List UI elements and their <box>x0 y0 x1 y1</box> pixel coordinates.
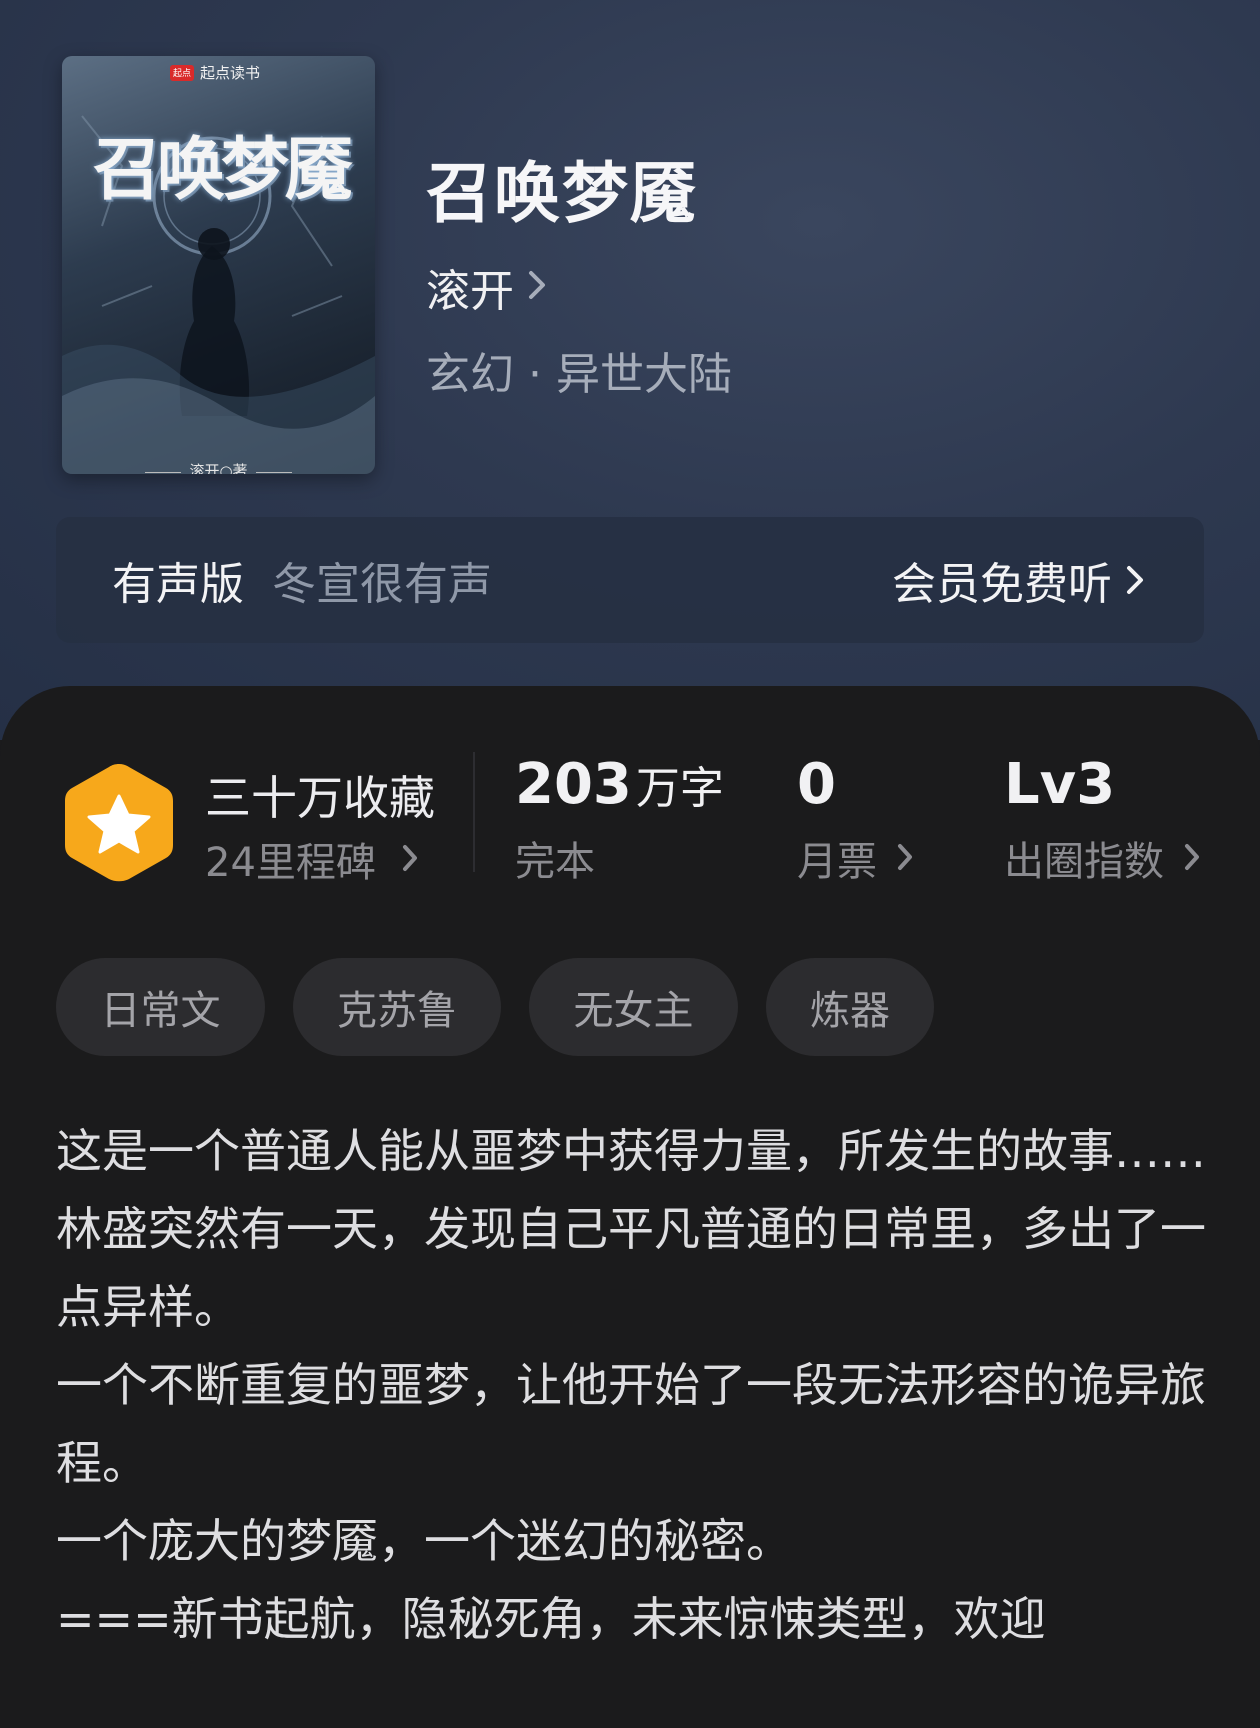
word-count-value: 203万字 <box>515 752 724 817</box>
monthly-ticket-link[interactable]: 月票 <box>797 829 913 887</box>
word-count-unit: 万字 <box>635 763 724 814</box>
star-hexagon-icon <box>62 760 176 890</box>
chevron-right-icon <box>1184 835 1200 881</box>
chevron-right-icon <box>1126 555 1144 606</box>
synopsis-paragraph: 林盛突然有一天，发现自己平凡普通的日常里，多出了一点异样。 <box>56 1202 1206 1334</box>
cover-brand-label: 起点读书 <box>200 64 261 82</box>
member-free-listen-link[interactable]: 会员免费听 <box>892 517 1144 643</box>
favorites-count: 三十万收藏 <box>205 771 435 825</box>
cover-brand: 起点 起点读书 <box>170 62 260 83</box>
book-detail-page: 起点 起点读书 召唤梦魇 滚开○著 召唤梦魇 滚开 玄幻 · 异世大陆 有声版 … <box>0 0 1260 1728</box>
book-cover[interactable]: 起点 起点读书 召唤梦魇 滚开○著 <box>62 56 375 474</box>
word-count-stat: 203万字 完本 <box>515 752 724 887</box>
book-genre[interactable]: 玄幻 · 异世大陆 <box>426 338 732 402</box>
cover-title: 召唤梦魇 <box>92 130 353 210</box>
tag-chip[interactable]: 克苏鲁 <box>293 958 501 1056</box>
synopsis-paragraph: 一个庞大的梦魇，一个迷幻的秘密。 <box>56 1514 792 1568</box>
cover-brand-mark: 起点 <box>170 64 194 81</box>
synopsis-paragraph: 一个不断重复的噩梦，让他开始了一段无法形容的诡异旅程。 <box>56 1358 1206 1490</box>
audio-label: 有声版 <box>112 559 244 610</box>
chevron-right-icon <box>402 836 418 882</box>
milestones-link[interactable]: 24里程碑 <box>205 830 418 888</box>
audio-narrator: 冬宣很有声 <box>272 559 492 610</box>
monthly-ticket-stat[interactable]: 0 月票 <box>797 752 913 887</box>
completion-status: 完本 <box>515 829 724 887</box>
completion-label: 完本 <box>515 839 595 885</box>
author-name: 滚开 <box>426 266 514 317</box>
tag-chip[interactable]: 炼器 <box>766 958 934 1056</box>
tag-list: 日常文 克苏鲁 无女主 炼器 <box>56 958 934 1056</box>
monthly-ticket-label: 月票 <box>797 839 877 885</box>
audio-version-bar[interactable]: 有声版 冬宣很有声 会员免费听 <box>56 517 1204 643</box>
monthly-ticket-value: 0 <box>797 752 836 817</box>
popularity-index-label: 出圈指数 <box>1004 839 1164 885</box>
word-count-number: 203 <box>515 752 632 817</box>
tag-chip[interactable]: 无女主 <box>529 958 738 1056</box>
member-free-listen-label: 会员免费听 <box>892 559 1112 610</box>
popularity-index-stat[interactable]: Lv3 出圈指数 <box>1004 752 1200 887</box>
chevron-right-icon <box>528 270 546 304</box>
cover-author: 滚开○著 <box>62 460 375 474</box>
milestones-label: 24里程碑 <box>205 840 376 886</box>
stats-divider <box>473 752 475 872</box>
chevron-right-icon <box>897 835 913 881</box>
book-header: 起点 起点读书 召唤梦魇 滚开○著 召唤梦魇 滚开 玄幻 · 异世大陆 有声版 … <box>0 0 1260 740</box>
popularity-index-value: Lv3 <box>1004 752 1116 817</box>
book-title: 召唤梦魇 <box>426 154 698 232</box>
synopsis-paragraph: 这是一个普通人能从噩梦中获得力量，所发生的故事…… <box>56 1124 1206 1178</box>
tag-chip[interactable]: 日常文 <box>56 958 265 1056</box>
book-synopsis: 这是一个普通人能从噩梦中获得力量，所发生的故事…… 林盛突然有一天，发现自己平凡… <box>56 1112 1206 1658</box>
popularity-index-link[interactable]: 出圈指数 <box>1004 829 1200 887</box>
author-link[interactable]: 滚开 <box>426 255 546 319</box>
synopsis-paragraph: ===新书起航，隐秘死角，未来惊悚类型，欢迎 <box>56 1592 1046 1646</box>
